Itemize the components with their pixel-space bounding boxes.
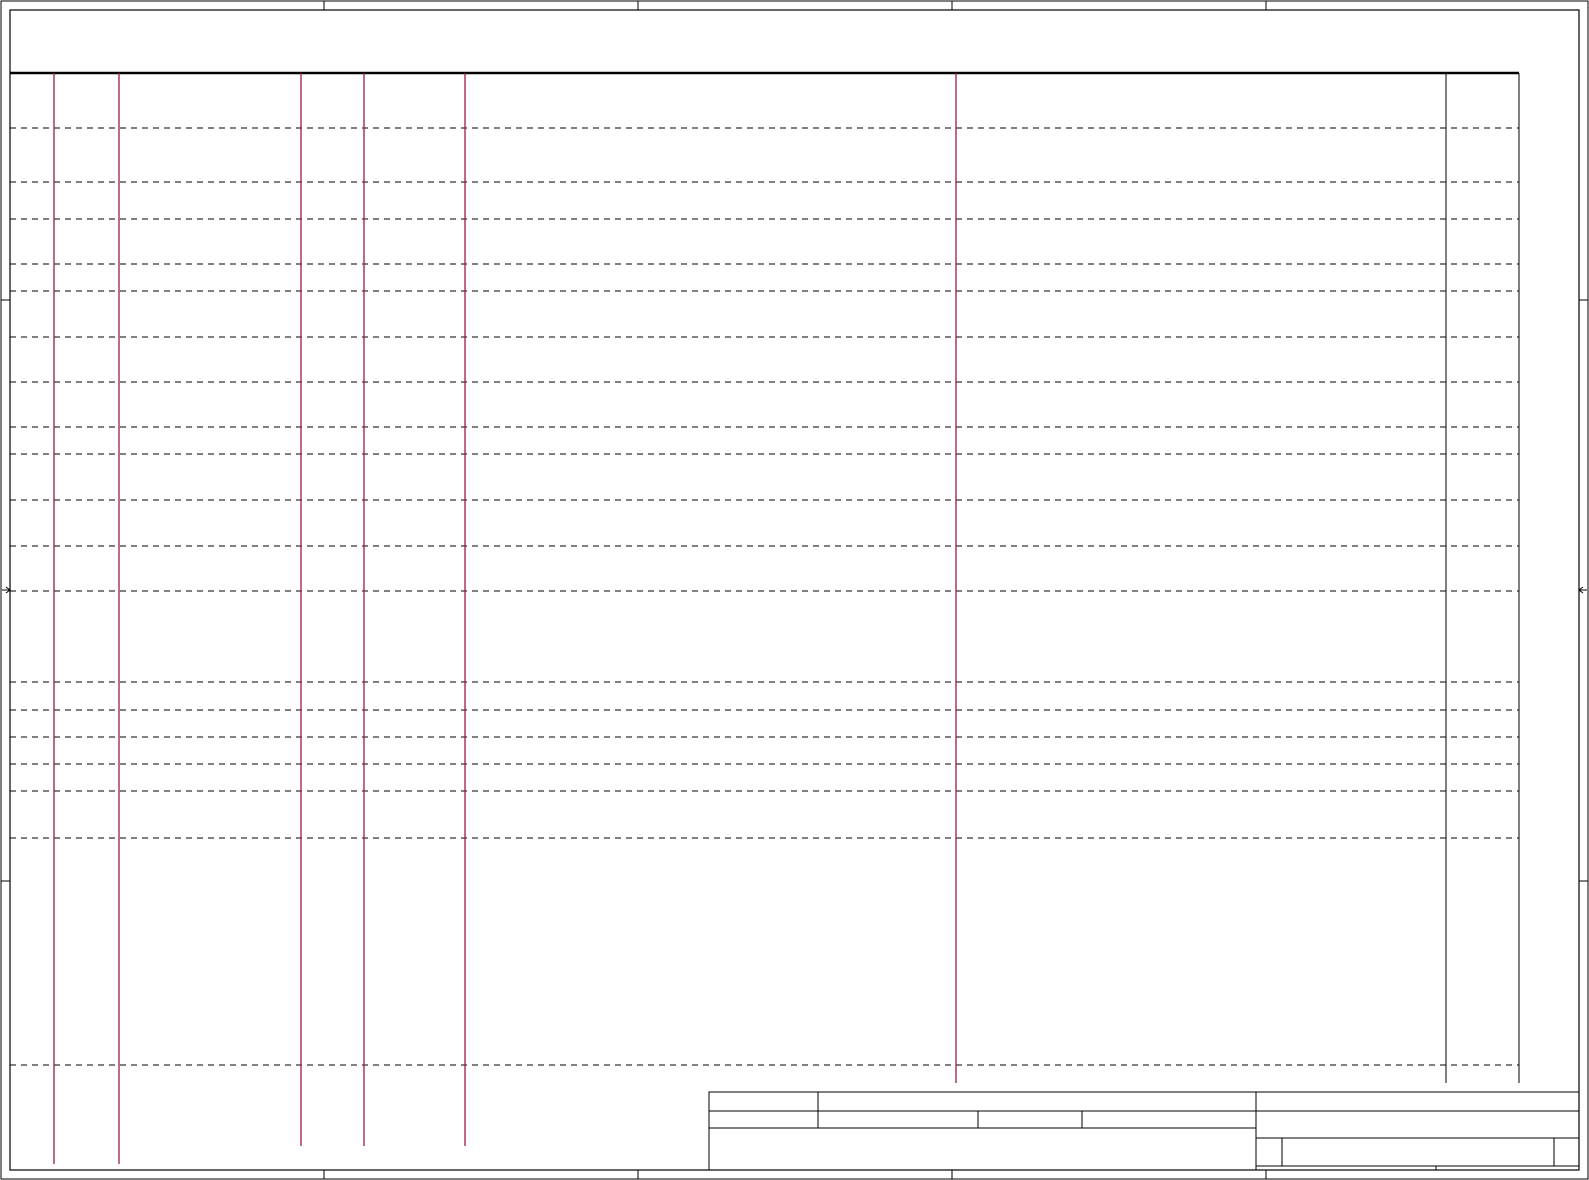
centering-arrow-right (1578, 586, 1587, 594)
inner-frame (9, 9, 1580, 1171)
outer-border (0, 0, 1589, 1180)
title-block-frame (708, 1091, 1580, 1171)
drawing-sheet (0, 0, 1589, 1180)
table-row-separators (10, 127, 1519, 1066)
title-block (708, 1091, 1580, 1171)
centering-arrow-left (2, 586, 11, 594)
table-column-rules (53, 73, 957, 1164)
zone-ticks-bottom (323, 1170, 1267, 1179)
zone-ticks-top (323, 1, 1267, 10)
